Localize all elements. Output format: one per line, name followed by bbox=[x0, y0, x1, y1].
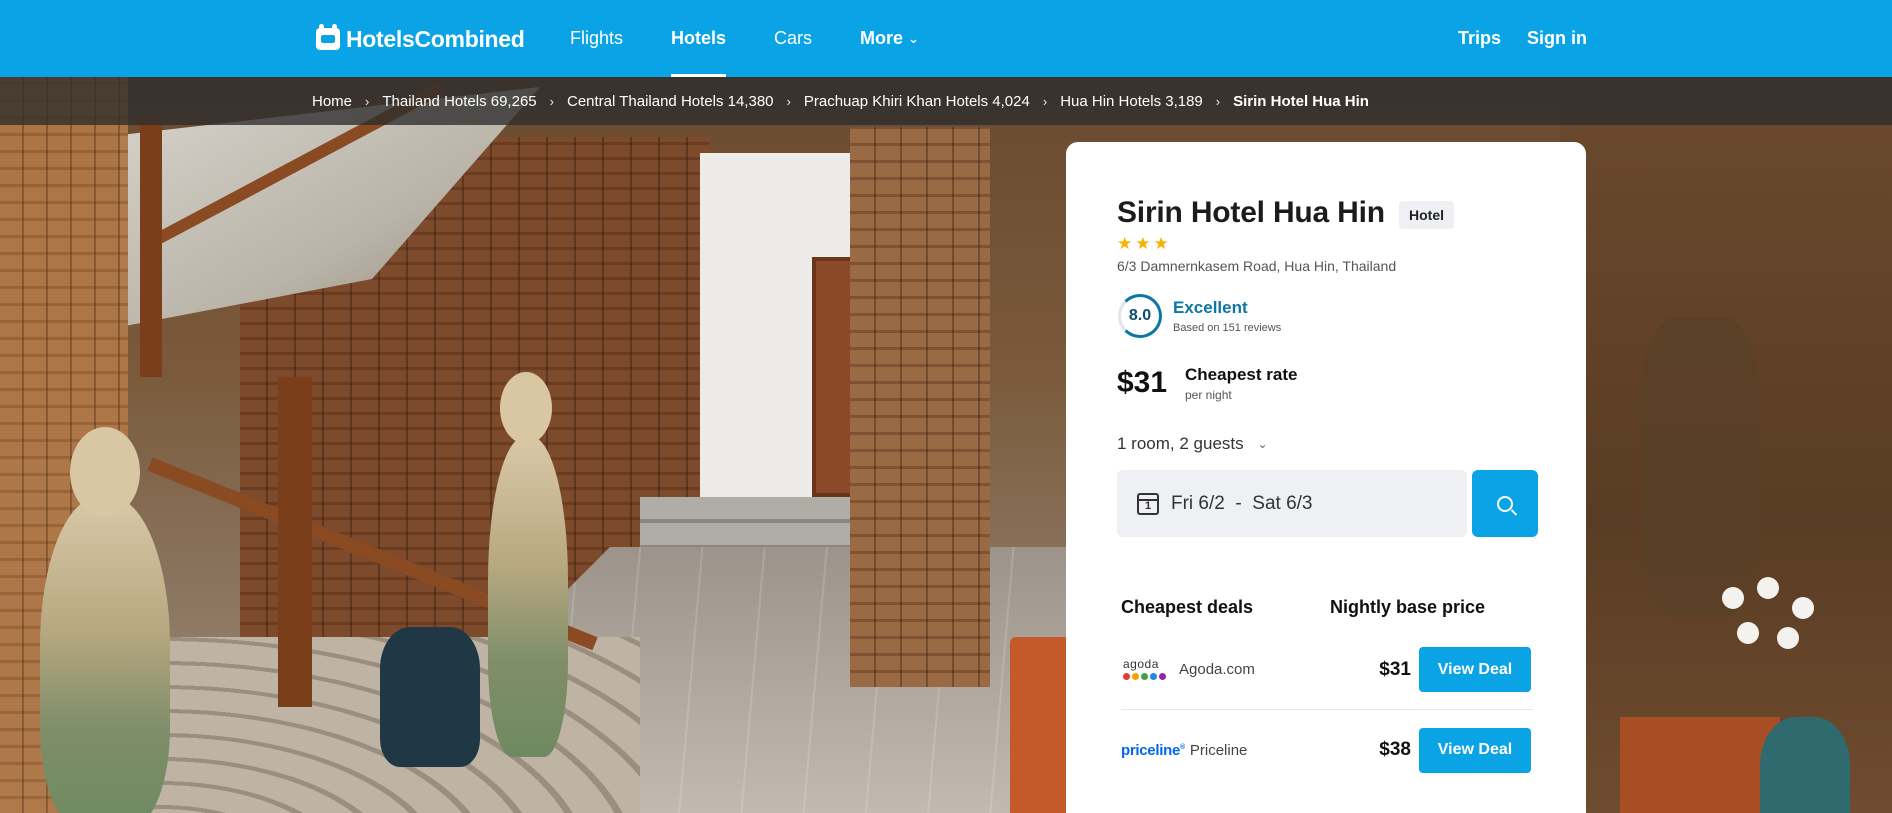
breadcrumb-home[interactable]: Home bbox=[312, 93, 352, 110]
review-score-badge[interactable]: 8.0 bbox=[1118, 294, 1162, 338]
cheapest-price: $31 bbox=[1117, 366, 1168, 399]
nav-hotels[interactable]: Hotels bbox=[671, 0, 727, 77]
hotelscombined-logo[interactable]: HotelsCombined bbox=[316, 24, 525, 52]
nav-flights[interactable]: Flights bbox=[570, 0, 623, 77]
guests-value: 1 room, 2 guests bbox=[1117, 434, 1244, 453]
photo-teal-vase bbox=[1760, 717, 1850, 813]
cheapest-deals-heading: Cheapest deals bbox=[1121, 597, 1254, 617]
chevron-down-icon: ⌄ bbox=[908, 30, 919, 46]
nav-more-label: More bbox=[860, 28, 904, 48]
chevron-right-icon: › bbox=[365, 93, 370, 109]
photo-dark-vase bbox=[380, 627, 480, 767]
priceline-logo: priceline® bbox=[1121, 741, 1185, 759]
breadcrumb: Home › Thailand Hotels 69,265 › Central … bbox=[0, 77, 1892, 125]
chevron-right-icon: › bbox=[549, 93, 554, 109]
review-score-label[interactable]: Excellent bbox=[1173, 298, 1248, 318]
nav-more[interactable]: More ⌄ bbox=[860, 0, 919, 77]
agoda-logo: agoda bbox=[1121, 655, 1169, 685]
cheapest-rate-label: Cheapest rate bbox=[1185, 365, 1298, 384]
sign-in-link[interactable]: Sign in bbox=[1527, 28, 1587, 49]
star-rating-icon: ★★★ bbox=[1117, 234, 1172, 253]
hotel-address: 6/3 Damnernkasem Road, Hua Hin, Thailand bbox=[1117, 258, 1397, 274]
guests-selector[interactable]: 1 room, 2 guests ⌄ bbox=[1117, 434, 1268, 454]
breadcrumb-prachuap[interactable]: Prachuap Khiri Khan Hotels 4,024 bbox=[804, 93, 1030, 110]
photo-pillar bbox=[850, 127, 990, 687]
trips-link[interactable]: Trips bbox=[1458, 28, 1501, 49]
deal-row-priceline[interactable]: priceline® Priceline $38 View Deal bbox=[1121, 710, 1533, 790]
main-nav: Flights Hotels Cars More ⌄ bbox=[570, 0, 967, 77]
account-links: Trips Sign in bbox=[1458, 0, 1587, 77]
photo-flowers bbox=[1712, 577, 1832, 687]
logo-text: HotelsCombined bbox=[346, 25, 525, 52]
hotel-info-card: Sirin Hotel Hua Hin Hotel ★★★ 6/3 Damner… bbox=[1066, 142, 1586, 813]
deal-price: $31 bbox=[1379, 658, 1411, 680]
photo-door bbox=[812, 257, 854, 497]
view-deal-button[interactable]: View Deal bbox=[1419, 727, 1531, 773]
deal-price: $38 bbox=[1379, 739, 1411, 760]
photo-chair bbox=[1010, 637, 1070, 813]
photo-rail-post bbox=[140, 117, 162, 377]
photo-statue-left bbox=[40, 497, 170, 813]
top-navigation-bar: HotelsCombined Flights Hotels Cars More … bbox=[0, 0, 1892, 77]
breadcrumb-hua-hin[interactable]: Hua Hin Hotels 3,189 bbox=[1060, 93, 1203, 110]
chevron-down-icon: ⌄ bbox=[1257, 437, 1268, 451]
search-icon bbox=[1497, 495, 1513, 512]
chevron-right-icon: › bbox=[786, 93, 791, 109]
breadcrumb-thailand[interactable]: Thailand Hotels 69,265 bbox=[382, 93, 536, 110]
hotel-hero-photo[interactable] bbox=[0, 77, 1892, 813]
photo-table bbox=[1620, 717, 1780, 813]
view-deal-button[interactable]: View Deal bbox=[1419, 647, 1531, 692]
hotel-type-badge: Hotel bbox=[1399, 201, 1454, 229]
review-count: Based on 151 reviews bbox=[1173, 322, 1282, 334]
date-range-value: Fri 6/2 - Sat 6/3 bbox=[1171, 492, 1313, 514]
photo-rail-post bbox=[278, 377, 312, 707]
hotel-name: Sirin Hotel Hua Hin bbox=[1117, 196, 1385, 229]
photo-statue-left-head bbox=[70, 427, 140, 517]
deal-row-agoda[interactable]: agoda Agoda.com $31 View Deal bbox=[1121, 630, 1533, 710]
photo-statue-center bbox=[488, 437, 568, 757]
chevron-right-icon: › bbox=[1042, 93, 1048, 109]
breadcrumb-current: Sirin Hotel Hua Hin bbox=[1233, 92, 1369, 110]
bear-logo-icon bbox=[316, 24, 340, 50]
deal-provider-name: Priceline bbox=[1189, 741, 1248, 759]
photo-statue-center-head bbox=[500, 372, 552, 444]
nightly-price-heading: Nightly base price bbox=[1330, 597, 1486, 617]
deal-provider-name: Agoda.com bbox=[1179, 661, 1255, 678]
search-button[interactable] bbox=[1472, 470, 1538, 537]
nav-cars[interactable]: Cars bbox=[774, 0, 812, 77]
breadcrumb-central-thailand[interactable]: Central Thailand Hotels 14,380 bbox=[567, 93, 774, 110]
chevron-right-icon: › bbox=[1215, 93, 1221, 109]
photo-carving bbox=[1640, 317, 1760, 617]
per-night-label: per night bbox=[1185, 388, 1232, 402]
calendar-icon: 1 bbox=[1137, 492, 1159, 515]
date-range-picker[interactable]: 1 Fri 6/2 - Sat 6/3 bbox=[1117, 470, 1467, 537]
